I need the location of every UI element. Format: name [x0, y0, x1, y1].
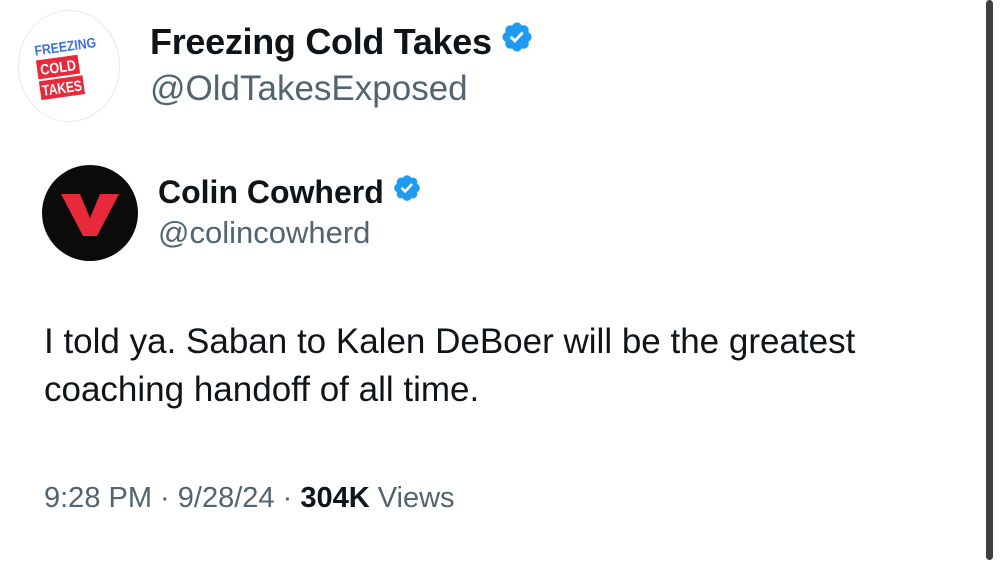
verified-badge-icon: [392, 173, 422, 211]
meta-separator: ·: [152, 482, 178, 514]
colin-cowherd-avatar[interactable]: [42, 165, 138, 261]
tweet-text: I told ya. Saban to Kalen DeBoer will be…: [44, 322, 856, 409]
outer-display-name[interactable]: Freezing Cold Takes: [150, 20, 492, 64]
tweet-time[interactable]: 9:28 PM: [44, 482, 152, 514]
tweet-date[interactable]: 9/28/24: [178, 482, 275, 514]
quoted-display-name[interactable]: Colin Cowherd: [158, 173, 384, 211]
outer-display-name-row[interactable]: Freezing Cold Takes: [150, 20, 534, 64]
views-label: Views: [369, 482, 455, 514]
logo-word-freezing: FREEZING: [33, 34, 97, 58]
volume-logo-icon: [61, 194, 119, 236]
scrollbar[interactable]: [986, 0, 993, 560]
meta-separator: ·: [274, 482, 301, 514]
quoted-tweet-header: Colin Cowherd @colincowherd: [42, 165, 422, 261]
freezing-cold-takes-avatar[interactable]: FREEZING COLD TAKES: [18, 10, 120, 122]
quoted-handle[interactable]: @colincowherd: [158, 213, 422, 253]
quoted-display-name-row[interactable]: Colin Cowherd: [158, 173, 422, 211]
views-count: 304K: [300, 482, 370, 514]
tweet-meta: 9:28 PM · 9/28/24 · 304K Views: [44, 478, 455, 518]
verified-badge-icon: [500, 20, 534, 64]
logo-word-cold: COLD: [39, 57, 77, 79]
quoted-author-block: Colin Cowherd @colincowherd: [158, 173, 422, 253]
outer-author-block: Freezing Cold Takes @OldTakesExposed: [150, 20, 534, 112]
outer-tweet-header: FREEZING COLD TAKES Freezing Cold Takes …: [18, 10, 534, 122]
freezing-cold-takes-logo: FREEZING COLD TAKES: [31, 32, 100, 101]
outer-handle[interactable]: @OldTakesExposed: [150, 66, 534, 112]
